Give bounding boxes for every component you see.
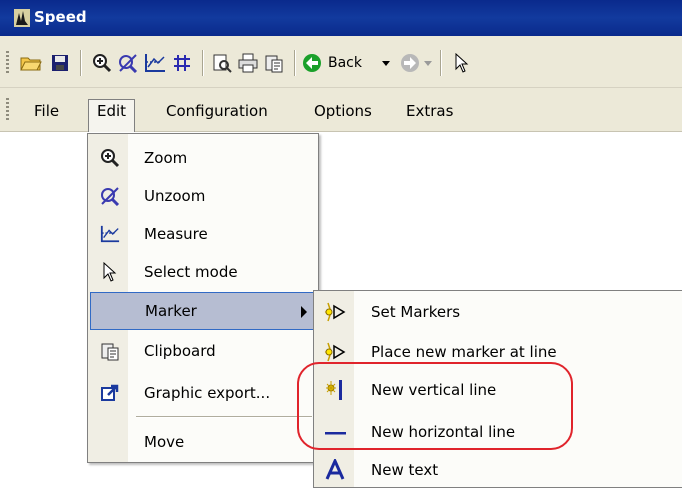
toolbar-separator <box>202 50 204 76</box>
edit-menu-marker[interactable]: Marker <box>90 292 316 330</box>
print-button[interactable] <box>236 51 260 75</box>
measure-icon <box>145 54 165 72</box>
edit-menu: Zoom Unzoom Measure Select mode Marker C… <box>87 133 319 463</box>
zoom-in-icon <box>101 149 120 168</box>
edit-menu-unzoom[interactable]: Unzoom <box>88 177 318 215</box>
print-icon <box>238 53 258 73</box>
measure-button[interactable] <box>142 51 168 75</box>
window-title: Speed <box>34 8 87 26</box>
back-dropdown-button[interactable] <box>380 51 392 75</box>
edit-menu-graphic-export[interactable]: Graphic export... <box>88 374 318 412</box>
forward-icon <box>401 54 419 72</box>
zoom-button[interactable] <box>90 51 114 75</box>
menu-bar: File Edit Configuration Options Extras <box>0 88 682 132</box>
menu-item-label: Marker <box>145 302 197 320</box>
menu-options[interactable]: Options <box>306 99 380 123</box>
forward-dropdown-button[interactable] <box>422 51 434 75</box>
open-folder-icon <box>20 57 42 71</box>
menu-item-label: Clipboard <box>144 342 216 360</box>
menu-item-label: New text <box>371 461 439 479</box>
menu-item-label: Unzoom <box>144 187 206 205</box>
toolbar: Back <box>0 36 682 88</box>
grid-icon <box>174 55 190 71</box>
back-icon <box>303 54 321 72</box>
submenu-arrow-icon <box>301 306 307 318</box>
chevron-down-icon <box>382 60 390 66</box>
grid-button[interactable] <box>170 51 194 75</box>
text-icon <box>325 459 345 480</box>
measure-icon <box>100 225 120 243</box>
save-button[interactable] <box>48 51 72 75</box>
menu-item-label: Measure <box>144 225 208 243</box>
menu-extras[interactable]: Extras <box>398 99 461 123</box>
unzoom-icon <box>101 187 120 206</box>
back-button[interactable]: Back <box>302 51 382 75</box>
menu-configuration[interactable]: Configuration <box>158 99 276 123</box>
unzoom-button[interactable] <box>116 51 140 75</box>
menu-item-label: Set Markers <box>371 303 461 321</box>
pointer-icon <box>455 53 469 73</box>
menu-item-label: Select mode <box>144 263 238 281</box>
export-icon <box>101 384 119 401</box>
menu-item-label: Zoom <box>144 149 188 167</box>
forward-button[interactable] <box>398 51 422 75</box>
title-bar: Speed <box>0 0 682 36</box>
menu-separator <box>136 416 312 418</box>
edit-menu-select-mode[interactable]: Select mode <box>88 253 318 291</box>
unzoom-icon <box>119 54 138 73</box>
preview-button[interactable] <box>210 51 234 75</box>
submenu-new-text[interactable]: New text <box>314 451 682 488</box>
pointer-button[interactable] <box>452 51 472 75</box>
set-marker-icon <box>324 302 346 322</box>
submenu-set-markers[interactable]: Set Markers <box>314 293 682 331</box>
back-label: Back <box>328 55 362 71</box>
menubar-grip[interactable] <box>6 98 9 120</box>
save-icon <box>52 55 68 71</box>
menu-file[interactable]: File <box>26 99 67 123</box>
clipboard-icon <box>265 55 283 73</box>
pointer-icon <box>103 262 117 282</box>
menu-item-label: Move <box>144 433 185 451</box>
toolbar-separator <box>440 50 442 76</box>
toolbar-grip[interactable] <box>6 51 9 73</box>
toolbar-separator <box>294 50 296 76</box>
preview-icon <box>213 54 232 73</box>
edit-menu-clipboard[interactable]: Clipboard <box>88 332 318 370</box>
menu-edit[interactable]: Edit <box>88 99 136 132</box>
menu-item-label: Place new marker at line <box>371 343 557 361</box>
chevron-down-icon <box>424 60 432 66</box>
clipboard-button[interactable] <box>262 51 286 75</box>
open-button[interactable] <box>18 51 44 75</box>
app-icon <box>14 9 30 27</box>
toolbar-separator <box>80 50 82 76</box>
zoom-in-icon <box>93 54 112 73</box>
edit-menu-measure[interactable]: Measure <box>88 215 318 253</box>
edit-menu-move[interactable]: Move <box>88 423 318 461</box>
menu-item-label: Graphic export... <box>144 384 271 402</box>
clipboard-icon <box>101 343 119 361</box>
highlight-annotation <box>297 362 573 450</box>
place-marker-icon <box>324 342 346 362</box>
edit-menu-zoom[interactable]: Zoom <box>88 139 318 177</box>
